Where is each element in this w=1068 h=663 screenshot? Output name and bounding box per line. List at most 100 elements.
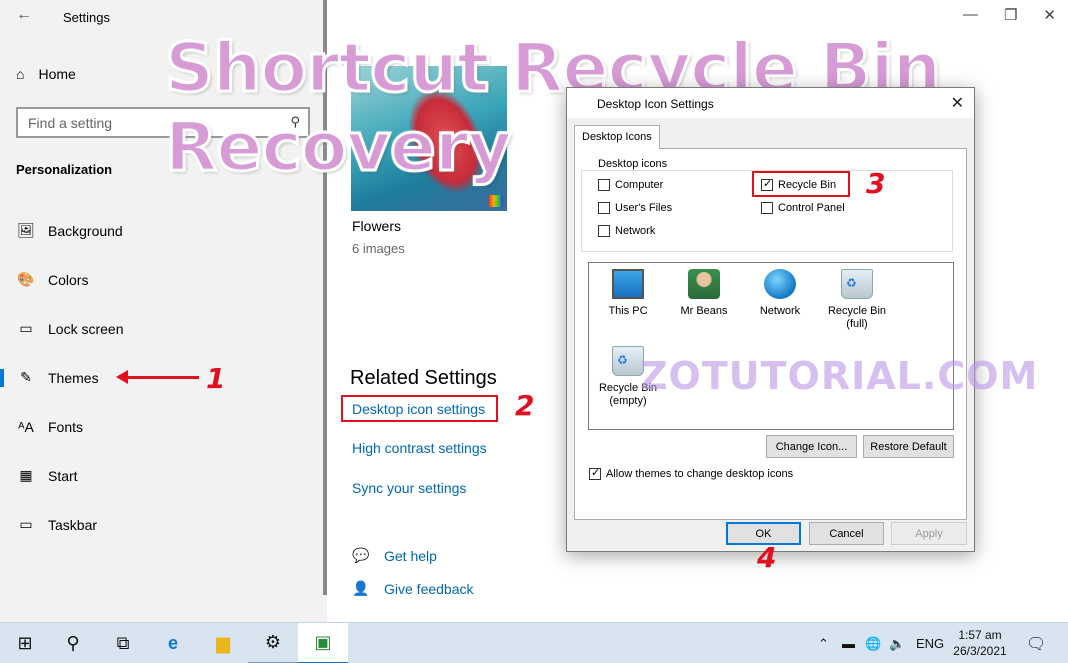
computer-icon (612, 269, 644, 299)
watermark: ZOTUTORIAL.COM (640, 354, 1039, 398)
dialog-close-icon[interactable]: ✕ (951, 93, 964, 113)
sidebar-item-label: Themes (48, 369, 99, 386)
desktop-icon-settings-link[interactable]: Desktop icon settings (341, 395, 498, 422)
theme-color-icon (489, 195, 503, 207)
section-title: Personalization (16, 162, 113, 177)
checkbox-box-checked[interactable] (761, 177, 773, 191)
get-help-link[interactable]: 💬 Get help (352, 547, 437, 564)
checkbox-box[interactable] (761, 202, 773, 214)
task-view-icon[interactable]: ⧉ (98, 623, 148, 663)
home-icon: ⌂ (16, 66, 25, 82)
checkbox-label: User's Files (615, 202, 673, 214)
fonts-icon: ᴬA (18, 418, 34, 435)
taskbar: ⊞ ⚲ ⧉ e ▆ ⚙ ▣ ⌃ ▬ 🌐 🔈 ENG 1:57 am 26/3/2… (0, 622, 1068, 663)
annotation-arrow (116, 370, 199, 384)
icon-user-files[interactable]: Mr Beans (668, 269, 740, 318)
search-icon[interactable]: ⚲ (48, 623, 98, 663)
sidebar-item-label: Fonts (48, 418, 84, 435)
sidebar-item-lock-screen[interactable]: ▭ Lock screen (0, 304, 327, 353)
annotation-step-1: 1 (206, 362, 226, 395)
minimize-icon[interactable]: — (963, 6, 978, 24)
control-panel-icon[interactable]: ▣ (298, 623, 348, 663)
checkbox-box-checked[interactable] (589, 466, 601, 480)
icon-label: This PC (608, 305, 648, 317)
checkbox-label: Computer (615, 179, 664, 191)
restore-default-button[interactable]: Restore Default (863, 435, 954, 458)
dialog-titlebar[interactable]: Desktop Icon Settings ✕ (567, 88, 974, 118)
sidebar-item-taskbar[interactable]: ▭ Taskbar (0, 500, 327, 549)
taskbar-icon: ▭ (19, 516, 33, 532)
start-icon: ▦ (19, 467, 33, 483)
network-globe-icon (764, 269, 796, 299)
sidebar-home[interactable]: ⌂ Home (16, 66, 76, 82)
sidebar-item-background[interactable]: 🖼 Background (0, 206, 327, 255)
battery-icon[interactable]: ▬ (842, 623, 855, 663)
help-chat-icon: 💬 (352, 547, 370, 563)
user-folder-icon (688, 269, 720, 299)
home-label: Home (38, 66, 76, 82)
checkbox-box[interactable] (598, 225, 610, 237)
checkbox-computer[interactable]: Computer (598, 179, 663, 191)
checkbox-label: Network (615, 225, 656, 237)
get-help-label: Get help (384, 547, 437, 564)
restore-icon[interactable]: ❐ (1004, 6, 1017, 24)
checkbox-user-files[interactable]: User's Files (598, 202, 672, 214)
volume-icon[interactable]: 🔈 (889, 623, 905, 663)
icon-sublabel: (full) (846, 318, 868, 330)
desktop-icon-settings-dialog: Desktop Icon Settings ✕ Desktop Icons De… (566, 87, 975, 552)
related-settings-heading: Related Settings (350, 367, 497, 389)
sidebar-item-label: Colors (48, 271, 89, 288)
icon-label: Mr Beans (680, 305, 728, 317)
sidebar-item-label: Background (48, 222, 123, 239)
icon-label: Network (759, 305, 801, 317)
clock[interactable]: 1:57 am 26/3/2021 (950, 627, 1010, 659)
cancel-button[interactable]: Cancel (809, 522, 884, 545)
clock-date: 26/3/2021 (953, 644, 1007, 658)
icon-this-pc[interactable]: This PC (592, 269, 664, 318)
tab-desktop-icons[interactable]: Desktop Icons (574, 125, 660, 149)
checkbox-box[interactable] (598, 202, 610, 214)
icon-recycle-bin-full[interactable]: Recycle Bin (full) (821, 269, 893, 331)
file-explorer-icon[interactable]: ▆ (198, 623, 248, 663)
back-arrow-icon[interactable]: ← (16, 6, 32, 24)
network-globe-icon[interactable]: 🌐 (865, 623, 881, 663)
settings-gear-icon[interactable]: ⚙ (248, 623, 298, 663)
sidebar-item-colors[interactable]: 🎨 Colors (0, 255, 327, 304)
checkbox-recycle-bin[interactable]: Recycle Bin (761, 177, 836, 191)
sync-settings-link[interactable]: Sync your settings (352, 480, 466, 496)
change-icon-button[interactable]: Change Icon... (766, 435, 857, 458)
apply-button[interactable]: Apply (891, 522, 967, 545)
checkbox-label: Allow themes to change desktop icons (606, 468, 794, 480)
feedback-icon: 👤 (352, 580, 370, 596)
checkbox-allow-themes[interactable]: Allow themes to change desktop icons (589, 466, 794, 480)
start-windows-icon[interactable]: ⊞ (0, 623, 50, 663)
close-icon[interactable]: ✕ (1043, 6, 1056, 24)
notifications-icon[interactable]: 🗨 (1026, 623, 1046, 663)
icons-list[interactable]: This PC Mr Beans Network Recycle Bin (fu… (588, 262, 954, 430)
annotation-step-4: 4 (757, 541, 777, 574)
app-title: Settings (63, 10, 110, 25)
sidebar-item-fonts[interactable]: ᴬA Fonts (0, 402, 327, 451)
give-feedback-label: Give feedback (384, 580, 474, 597)
edge-browser-icon[interactable]: e (148, 623, 198, 663)
give-feedback-link[interactable]: 👤 Give feedback (352, 580, 474, 597)
window-controls: — ❐ ✕ (963, 6, 1056, 24)
theme-name: Flowers (352, 218, 402, 234)
checkbox-label: Control Panel (778, 202, 845, 214)
checkbox-box[interactable] (598, 179, 610, 191)
dialog-title: Desktop Icon Settings (597, 97, 714, 111)
sidebar-item-start[interactable]: ▦ Start (0, 451, 327, 500)
high-contrast-settings-link[interactable]: High contrast settings (352, 440, 487, 456)
group-label: Desktop icons (595, 158, 671, 170)
themes-icon: ✎ (20, 369, 32, 385)
icon-network[interactable]: Network (744, 269, 816, 318)
checkbox-control-panel[interactable]: Control Panel (761, 202, 845, 214)
theme-image-count: 6 images (352, 241, 405, 256)
language-indicator[interactable]: ENG (916, 623, 944, 663)
sidebar-item-label: Start (48, 467, 78, 484)
overlay-title-line2: Recovery (164, 108, 514, 187)
clock-time: 1:57 am (958, 628, 1002, 642)
picture-icon: 🖼 (17, 222, 35, 238)
checkbox-network[interactable]: Network (598, 225, 655, 237)
show-hidden-icons-icon[interactable]: ⌃ (818, 623, 829, 663)
